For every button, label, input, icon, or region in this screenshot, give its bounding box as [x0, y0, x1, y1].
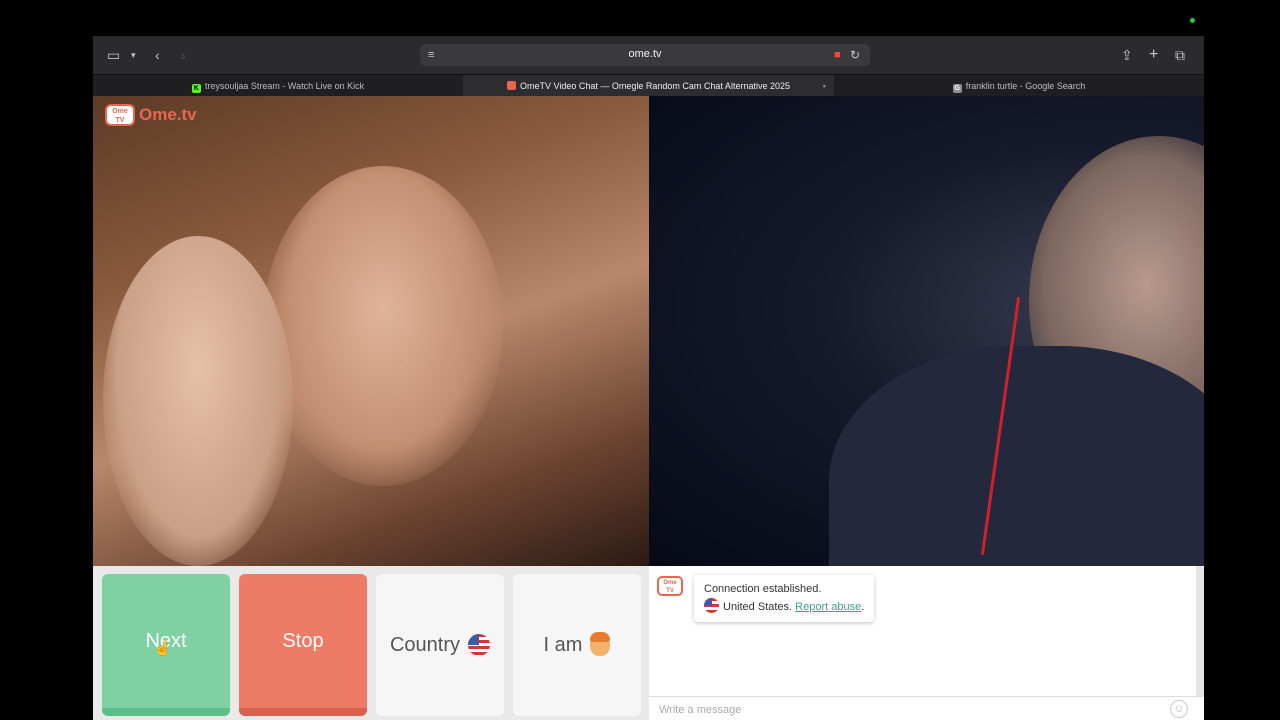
iam-label: I am [543, 633, 583, 656]
stranger-face [263, 166, 503, 486]
browser-toolbar: ▭ ▾ ‹ › ≡ ome.tv ■ ↻ ⇪ + ⧉ [93, 36, 1204, 74]
share-icon[interactable]: ⇪ [1121, 46, 1133, 64]
connection-status: Connection established. [704, 583, 822, 595]
country-label: Country [389, 633, 461, 656]
chat-scrollbar[interactable] [1196, 566, 1204, 696]
back-icon[interactable]: ‹ [155, 46, 160, 64]
gender-button[interactable]: I am [513, 574, 641, 716]
tab-overview-icon[interactable]: ⧉ [1175, 46, 1185, 64]
self-video [649, 96, 1204, 566]
url-text: ome.tv [628, 48, 662, 60]
message-bar: ☺ [649, 696, 1204, 720]
self-hoodie [829, 346, 1204, 566]
tab-label: OmeTV Video Chat — Omegle Random Cam Cha… [520, 81, 790, 91]
status-dot [1190, 18, 1195, 23]
tab-label: franklin turtle - Google Search [965, 81, 1086, 91]
report-suffix: . [861, 601, 865, 613]
camera-icon[interactable]: ■ [834, 46, 841, 64]
logo-text: Ome.tv [139, 105, 197, 124]
next-button[interactable]: Next ☝ [102, 574, 230, 716]
address-bar[interactable]: ≡ ome.tv ■ ↻ [420, 44, 870, 66]
kick-favicon-icon: K [191, 84, 201, 93]
system-avatar-icon: Ome TV [657, 576, 683, 596]
sidebar-toggle-icon[interactable]: ▭ [107, 46, 120, 64]
message-input[interactable] [657, 701, 1161, 719]
us-flag-icon [704, 598, 719, 613]
emoji-icon[interactable]: ☺ [1170, 700, 1188, 718]
tab-google[interactable]: Gfranklin turtle - Google Search [834, 75, 1204, 97]
stranger-video: Ome TV Ome.tv [93, 96, 649, 566]
ometv-favicon-icon [507, 81, 517, 90]
country-name: United States. [723, 601, 793, 613]
stop-label: Stop [282, 629, 324, 652]
forward-icon[interactable]: › [181, 46, 186, 64]
tab-kick[interactable]: Ktreysouljaa Stream - Watch Live on Kick [93, 75, 463, 97]
chat-panel: Ome TV Connection established. United St… [649, 566, 1204, 720]
tab-bar: Ktreysouljaa Stream - Watch Live on Kick… [93, 74, 1204, 97]
google-favicon-icon: G [952, 84, 962, 93]
system-message: Connection established. United States. R… [694, 575, 875, 622]
ometv-logo: Ome TV Ome.tv [105, 104, 197, 126]
controls-panel: Next ☝ Stop Country I am [93, 566, 649, 720]
tab-label: treysouljaa Stream - Watch Live on Kick [204, 81, 365, 91]
camera-tab-icon: ▪ [822, 81, 826, 91]
report-abuse-link[interactable]: Report abuse [795, 601, 861, 613]
new-tab-icon[interactable]: + [1149, 46, 1158, 64]
reload-icon[interactable]: ↻ [850, 46, 860, 64]
country-line: United States. Report abuse. [704, 598, 864, 616]
stranger-hand [103, 236, 293, 566]
country-button[interactable]: Country [376, 574, 504, 716]
tv-logo-icon: Ome TV [105, 104, 135, 126]
browser-window: ▭ ▾ ‹ › ≡ ome.tv ■ ↻ ⇪ + ⧉ Ktreysouljaa … [93, 36, 1204, 720]
us-flag-icon [468, 634, 491, 656]
pointer-cursor-icon: ☝ [154, 640, 172, 656]
tab-ometv[interactable]: OmeTV Video Chat — Omegle Random Cam Cha… [463, 75, 834, 97]
stop-button[interactable]: Stop [239, 574, 367, 716]
boy-avatar-icon [590, 632, 611, 656]
chevron-down-icon[interactable]: ▾ [131, 46, 136, 64]
